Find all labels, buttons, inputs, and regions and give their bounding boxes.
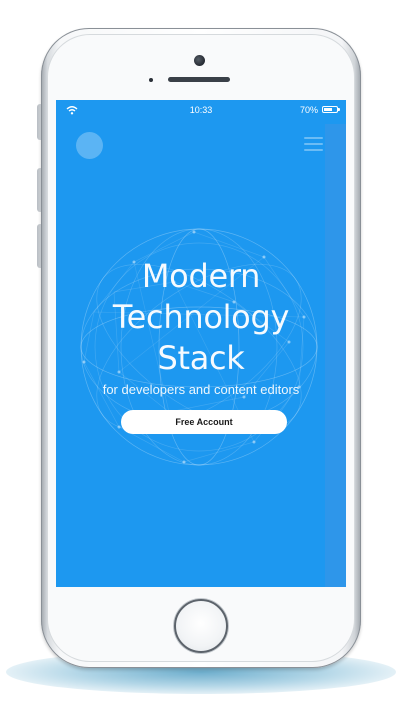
hero-title-line: Modern bbox=[141, 257, 261, 295]
hamburger-menu-icon[interactable] bbox=[304, 137, 323, 152]
earpiece-speaker bbox=[168, 77, 230, 82]
battery-fill bbox=[324, 108, 332, 111]
menu-line bbox=[304, 137, 323, 139]
hero-subtitle: for developers and content editors bbox=[102, 382, 300, 397]
hero-title-line: Technology bbox=[112, 298, 290, 336]
sensor-icon bbox=[149, 78, 153, 82]
free-account-button[interactable]: Free Account bbox=[121, 410, 287, 434]
menu-line bbox=[304, 149, 323, 151]
hero-title-line: Stack bbox=[157, 339, 245, 377]
phone-screen: 10:33 70% Modern Technology Stack for de… bbox=[56, 100, 346, 587]
battery-icon bbox=[322, 106, 340, 113]
menu-line bbox=[304, 143, 323, 145]
status-bar: 10:33 70% bbox=[56, 100, 346, 122]
mockup-stage: 10:33 70% Modern Technology Stack for de… bbox=[0, 0, 402, 701]
hero-title: Modern Technology Stack bbox=[56, 256, 346, 379]
phone-device: 10:33 70% Modern Technology Stack for de… bbox=[41, 28, 361, 668]
home-button[interactable] bbox=[174, 599, 228, 653]
circle-logo-icon[interactable] bbox=[76, 132, 103, 159]
battery-percent: 70% bbox=[299, 105, 318, 115]
camera-icon bbox=[194, 55, 205, 66]
